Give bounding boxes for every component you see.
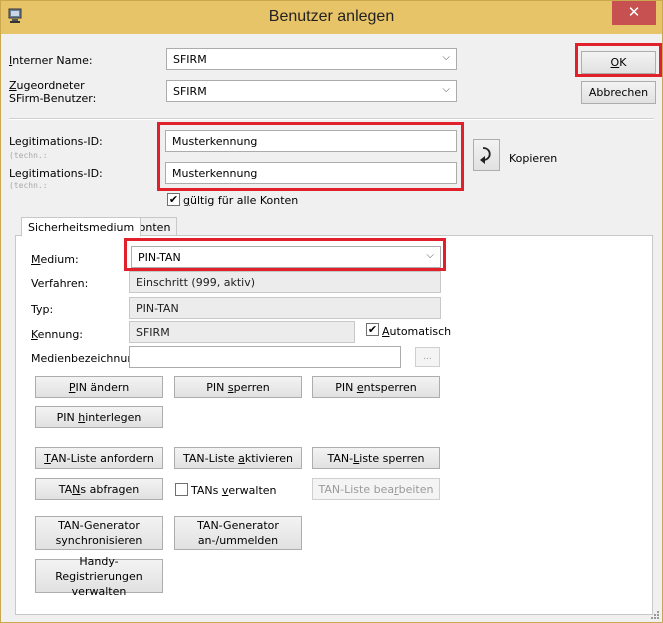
legit-highlight	[157, 122, 464, 191]
tans-verwalten-checkbox[interactable]	[175, 483, 188, 496]
pin-hinterlegen-button[interactable]: PIN h interlegen	[35, 406, 163, 428]
tan-generator-sync-button[interactable]: TAN-Generator synchronisieren	[35, 516, 163, 550]
legit-hint-2: (techn.:	[9, 181, 48, 190]
separator	[9, 118, 654, 120]
title-bar: Benutzer anlegen ✕	[1, 1, 662, 34]
tans-verwalten-label: TANs verwalten	[191, 484, 277, 497]
assigned-user-value: SFIRM	[173, 85, 207, 98]
medienbez-label: Medienbezeichnung:	[31, 352, 146, 365]
verfahren-value: Einschritt (999, aktiv)	[136, 276, 255, 289]
assigned-user-combo[interactable]: SFIRM ⌵	[166, 80, 457, 102]
automatisch-checkbox[interactable]: ✔	[366, 323, 379, 336]
tab-sicherheitsmedium[interactable]: Sicherheitsmedium	[21, 217, 142, 237]
ok-highlight	[575, 43, 662, 77]
pin-aendern-button[interactable]: P IN ändern	[35, 376, 163, 398]
browse-button[interactable]: ...	[415, 347, 440, 367]
pin-sperren-button[interactable]: PIN s perren	[174, 376, 302, 398]
medium-label: Medium:	[31, 253, 79, 266]
dialog-window: Benutzer anlegen ✕ Interner Name: SFIRM …	[0, 0, 663, 623]
close-icon: ✕	[627, 3, 641, 21]
internal-name-label: Interner Name:	[9, 54, 93, 67]
verfahren-field: Einschritt (999, aktiv)	[129, 271, 441, 293]
tan-sperren-button[interactable]: TAN- Liste sperren	[312, 447, 440, 469]
window-title: Benutzer anlegen	[268, 8, 395, 25]
internal-name-combo[interactable]: SFIRM ⌵	[166, 48, 457, 70]
internal-name-value: SFIRM	[173, 53, 207, 66]
all-accounts-checkbox[interactable]: ✔	[167, 193, 180, 206]
legit-id-label-2: Legitimations-ID:	[9, 167, 103, 180]
typ-value: PIN-TAN	[136, 302, 179, 315]
cancel-button[interactable]: Abbrechen	[581, 81, 656, 104]
kennung-value: SFIRM	[136, 326, 170, 339]
legit-hint-1: (techn.:	[9, 151, 48, 160]
verfahren-label: Verfahren:	[31, 277, 89, 290]
typ-field: PIN-TAN	[129, 297, 441, 319]
chevron-down-icon: ⌵	[442, 52, 450, 63]
close-button[interactable]: ✕	[612, 1, 656, 25]
chevron-down-icon: ⌵	[442, 84, 450, 95]
curved-arrow-icon	[479, 147, 491, 164]
legit-id-label-1: Legitimations-ID:	[9, 135, 103, 148]
resize-grip-icon[interactable]	[650, 610, 660, 620]
all-accounts-label: gültig für alle Konten	[183, 194, 299, 207]
pin-entsperren-button[interactable]: PIN e ntsperren	[312, 376, 440, 398]
kennung-label: Kennung:	[31, 328, 84, 341]
tan-generator-anmelden-button[interactable]: TAN-Generator an-/ummelden	[174, 516, 302, 550]
medienbez-input[interactable]	[129, 346, 401, 368]
tan-bearbeiten-button[interactable]: TAN-Liste bea r beiten	[312, 478, 440, 500]
kennung-field: SFIRM	[129, 321, 355, 343]
handy-registrierungen-button[interactable]: Handy-Registrierungen verwalten	[35, 555, 163, 598]
tans-abfragen-button[interactable]: TA Ns abfragen	[35, 478, 163, 500]
assigned-user-label: Zugeordneter SFirm-Benutzer:	[9, 79, 97, 105]
tan-aktivieren-button[interactable]: TAN-Liste a ktivieren	[174, 447, 302, 469]
medium-highlight	[124, 238, 446, 271]
tan-anfordern-button[interactable]: T AN-Liste anfordern	[35, 447, 163, 469]
copy-label: Kopieren	[509, 152, 558, 165]
typ-label: Typ:	[31, 303, 54, 316]
copy-button[interactable]	[473, 139, 500, 171]
automatisch-label: Automatisch	[382, 325, 452, 338]
